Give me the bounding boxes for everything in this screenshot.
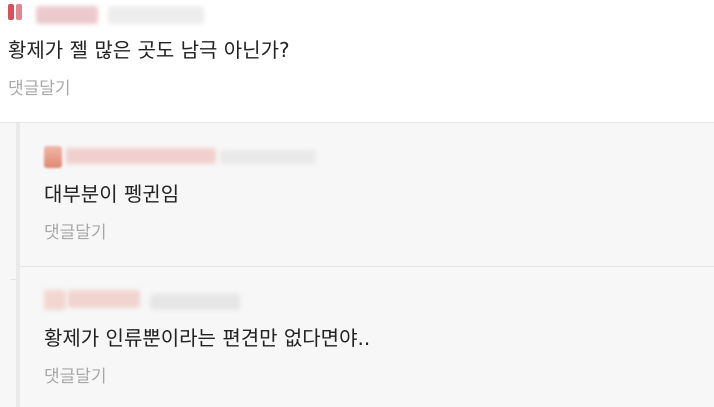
timestamp-blurred bbox=[150, 294, 240, 310]
username-blurred[interactable] bbox=[36, 6, 98, 24]
timestamp-blurred bbox=[108, 6, 204, 24]
avatar[interactable] bbox=[44, 146, 62, 168]
reply-button[interactable]: 댓글달기 bbox=[8, 78, 71, 100]
reply-button[interactable]: 댓글달기 bbox=[44, 366, 107, 388]
username-blurred[interactable] bbox=[66, 148, 216, 164]
avatar[interactable] bbox=[8, 4, 28, 24]
username-blurred[interactable] bbox=[68, 290, 140, 308]
reply-text: 황제가 인류뿐이라는 편견만 없다면야.. bbox=[44, 326, 371, 350]
reply-text: 대부분이 펭귄임 bbox=[44, 182, 180, 206]
reply-button[interactable]: 댓글달기 bbox=[44, 222, 107, 244]
reply-connector bbox=[10, 279, 16, 280]
comment-text: 황제가 젤 많은 곳도 남극 아닌가? bbox=[8, 38, 290, 62]
comment-top: 황제가 젤 많은 곳도 남극 아닌가? 댓글달기 bbox=[0, 0, 714, 122]
reply-indent-bar bbox=[16, 123, 20, 407]
reply-thread bbox=[0, 122, 714, 407]
timestamp-blurred bbox=[220, 150, 316, 164]
avatar[interactable] bbox=[44, 290, 66, 310]
reply-divider bbox=[20, 266, 714, 267]
